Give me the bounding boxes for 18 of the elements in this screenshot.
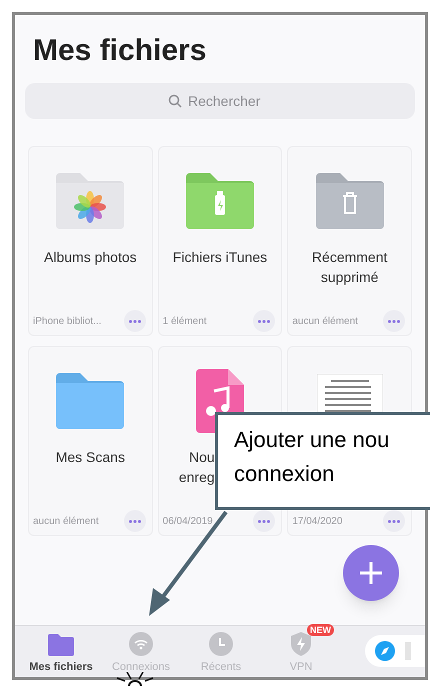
file-name: Fichiers iTunes xyxy=(172,248,268,267)
tab-label: Connexions xyxy=(112,660,170,674)
file-meta: aucun élément xyxy=(33,514,99,528)
page-title: Mes fichiers xyxy=(33,33,206,69)
file-meta: iPhone bibliot... xyxy=(33,314,102,328)
file-name: Récemment supprimé xyxy=(310,248,388,287)
file-meta: 1 élément xyxy=(162,314,207,328)
file-name: Nou enreg xyxy=(178,448,215,487)
file-meta: aucun élément xyxy=(292,314,358,328)
tab-label: Récents xyxy=(200,660,242,674)
file-name: Mes Scans xyxy=(54,448,126,467)
file-name: Albums photos xyxy=(43,248,138,267)
callout-text: Ajouter une nou connexion xyxy=(234,426,390,488)
new-badge: NEW xyxy=(307,624,334,636)
file-meta: 17/04/2020 xyxy=(292,514,342,528)
tab-label: Mes fichiers xyxy=(29,660,93,674)
file-meta: 06/04/2019 xyxy=(162,514,213,528)
tab-label: VPN xyxy=(290,660,312,674)
